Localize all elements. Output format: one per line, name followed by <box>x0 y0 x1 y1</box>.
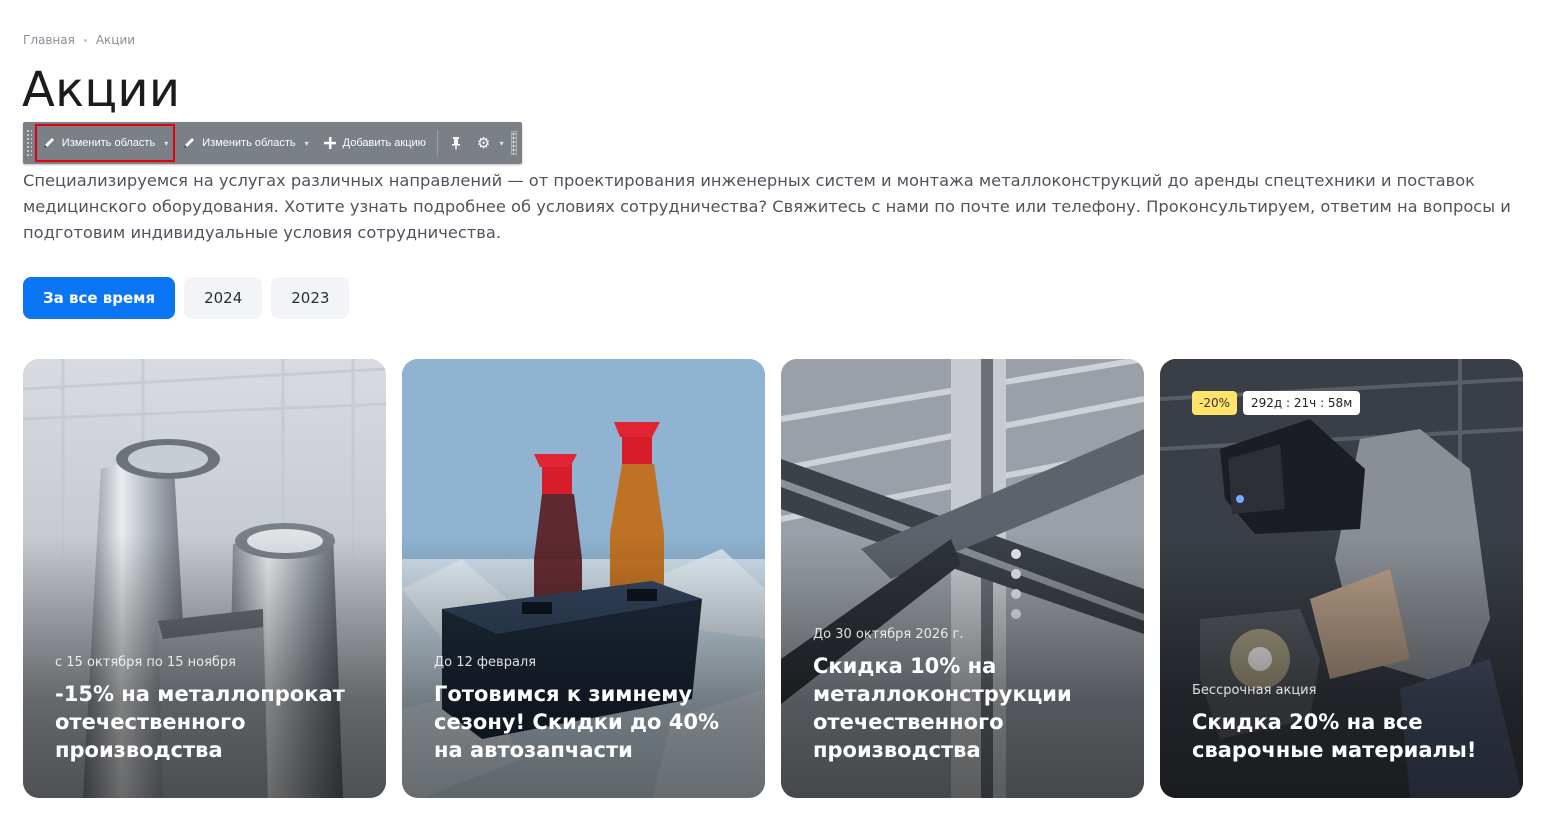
filter-2023[interactable]: 2023 <box>271 277 350 319</box>
breadcrumb-current: Акции <box>95 33 136 47</box>
card-date: с 15 октября по 15 ноября <box>55 655 236 670</box>
chevron-down-icon: ▾ <box>304 138 309 148</box>
breadcrumb-separator <box>83 38 87 42</box>
page-title: Акции <box>22 62 181 118</box>
card-title: Готовимся к зимнему сезону! Скидки до 40… <box>434 682 719 762</box>
edit-area-button-1[interactable]: Изменить область ▾ <box>34 124 176 162</box>
discount-badge: -20% <box>1192 391 1238 415</box>
edit-area-label-1: Изменить область <box>61 137 156 149</box>
gear-icon: ⚙ <box>476 135 491 152</box>
card-title: Скидка 20% на все сварочные материалы! <box>1192 710 1477 762</box>
add-promo-label: Добавить акцию <box>342 137 426 149</box>
card-text: До 12 февраля Готовимся к зимнему сезону… <box>434 655 741 764</box>
pencil-icon <box>182 136 196 150</box>
chevron-down-icon: ▾ <box>164 138 169 148</box>
card-date: Бессрочная акция <box>1192 683 1317 698</box>
card-badges: -20% 292д : 21ч : 58м <box>1192 391 1361 415</box>
promo-card[interactable]: До 12 февраля Готовимся к зимнему сезону… <box>402 359 765 798</box>
pin-icon <box>449 136 463 150</box>
promo-card[interactable]: До 30 октября 2026 г. Скидка 10% на мета… <box>781 359 1144 798</box>
toolbar-drag-handle-right[interactable] <box>510 131 517 155</box>
card-text: Бессрочная акция Скидка 20% на все сваро… <box>1192 683 1499 764</box>
card-text: с 15 октября по 15 ноября -15% на металл… <box>55 655 362 764</box>
page-description: Специализируемся на услугах различных на… <box>23 171 1511 242</box>
edit-area-button-2[interactable]: Изменить область ▾ <box>175 122 315 164</box>
filter-all-time[interactable]: За все время <box>23 277 176 319</box>
chevron-down-icon: ▾ <box>499 138 504 148</box>
settings-button[interactable]: ⚙ ▾ <box>470 122 511 164</box>
year-filter: За все время 2024 2023 <box>23 277 350 319</box>
admin-toolbar: Изменить область ▾ Изменить область ▾ До… <box>23 122 522 164</box>
card-title: Скидка 10% на металлоконструкции отечест… <box>813 654 1072 762</box>
edit-area-label-2: Изменить область <box>202 137 296 149</box>
card-text: До 30 октября 2026 г. Скидка 10% на мета… <box>813 627 1120 764</box>
promo-card[interactable]: -20% 292д : 21ч : 58м Бессрочная акция С… <box>1160 359 1523 798</box>
pencil-icon <box>42 136 56 150</box>
promo-card[interactable]: с 15 октября по 15 ноября -15% на металл… <box>23 359 386 798</box>
toolbar-divider <box>436 130 438 156</box>
toolbar-drag-handle[interactable] <box>26 129 32 157</box>
breadcrumb: Главная Акции <box>23 33 135 47</box>
breadcrumb-home-link[interactable]: Главная <box>23 33 75 47</box>
add-promo-button[interactable]: Добавить акцию <box>316 122 433 164</box>
pin-button[interactable] <box>442 122 470 164</box>
promo-cards: с 15 октября по 15 ноября -15% на металл… <box>23 359 1523 798</box>
countdown-timer: 292д : 21ч : 58м <box>1243 391 1361 415</box>
card-title: -15% на металлопрокат отечественного про… <box>55 682 345 762</box>
card-date: До 12 февраля <box>434 655 537 670</box>
card-date: До 30 октября 2026 г. <box>813 627 964 642</box>
filter-2024[interactable]: 2024 <box>184 277 263 319</box>
plus-icon <box>323 136 337 150</box>
